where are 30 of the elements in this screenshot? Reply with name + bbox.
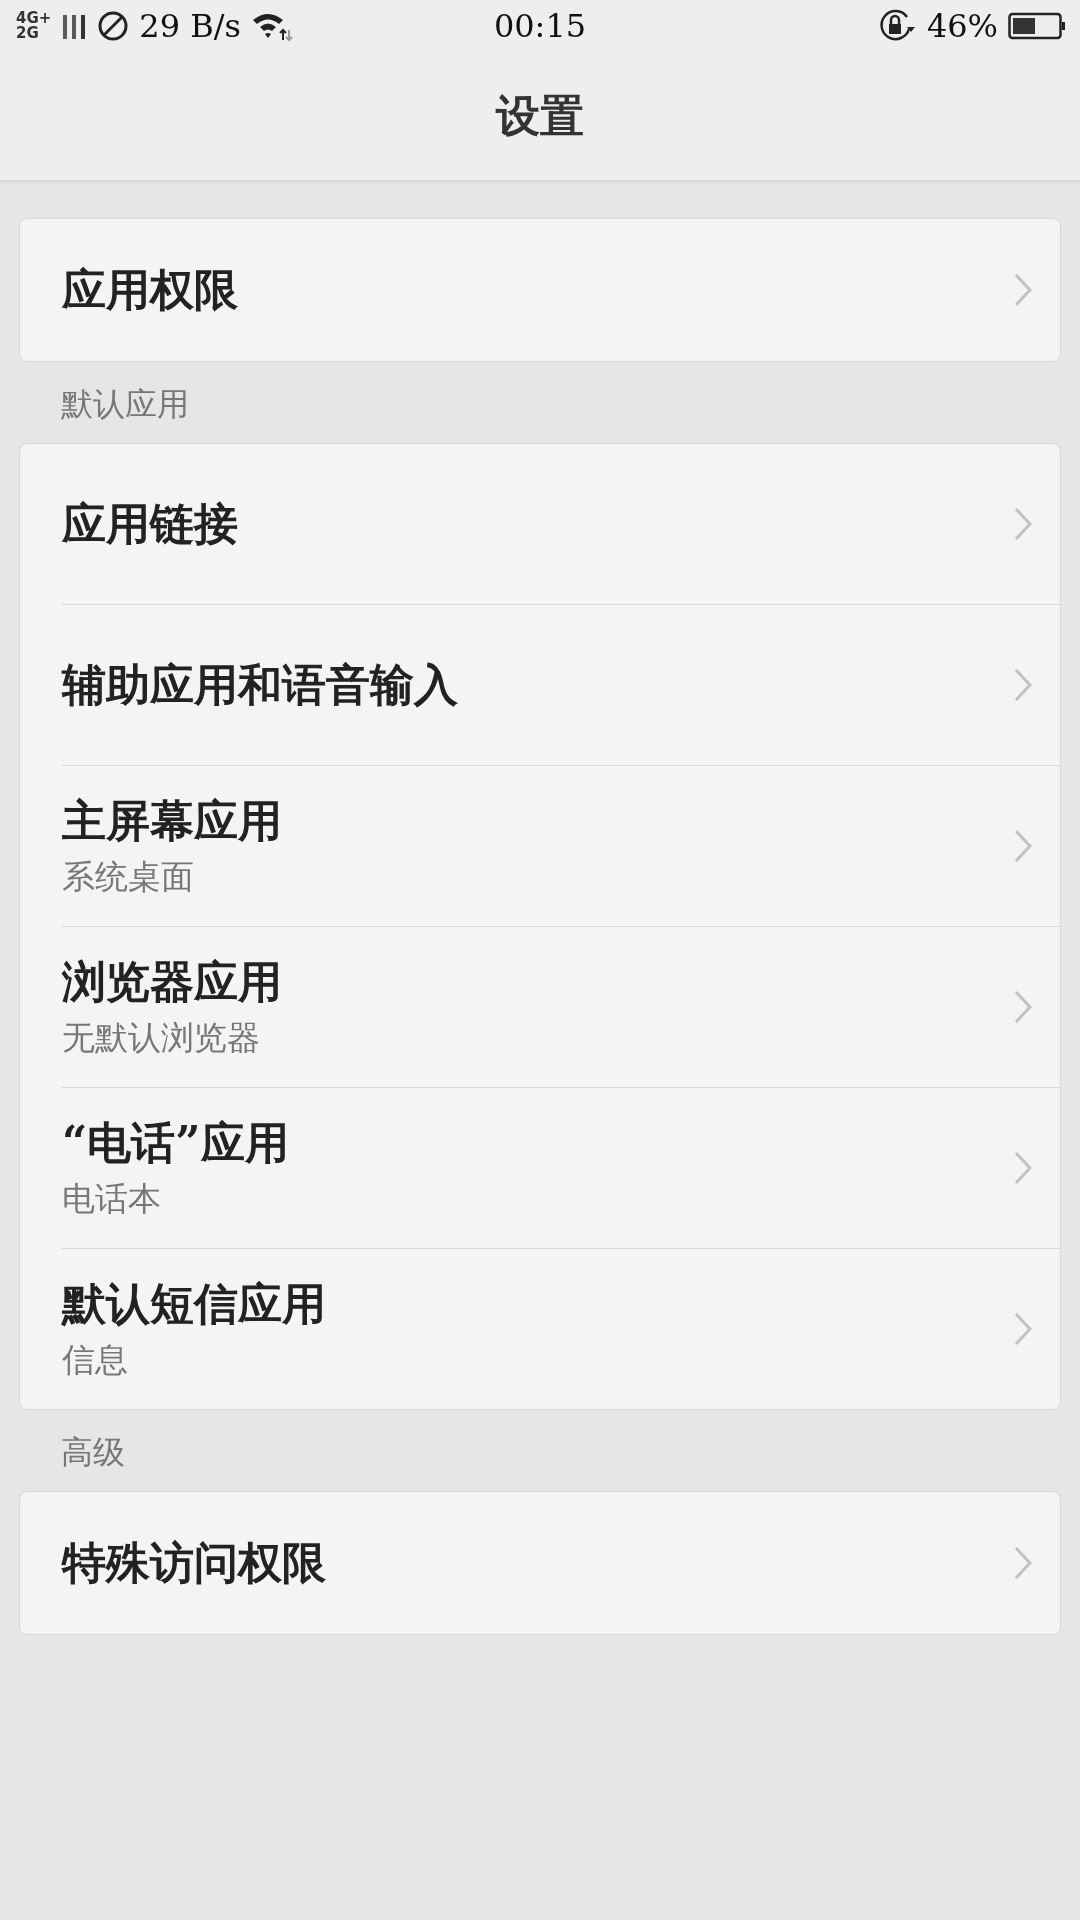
battery-icon <box>1008 12 1066 40</box>
page-title: 设置 <box>496 88 584 143</box>
setting-value: 无默认浏览器 <box>62 1017 261 1059</box>
chevron-right-icon <box>1014 507 1032 541</box>
setting-title[interactable]: 应用权限 <box>62 260 1014 320</box>
setting-title[interactable]: 主屏幕应用 <box>62 792 1014 851</box>
setting-title[interactable]: “电话”应用 <box>62 1114 1014 1173</box>
setting-value: 系统桌面 <box>62 856 195 898</box>
battery-percent: 46% <box>926 7 998 45</box>
blocked-icon <box>97 10 130 42</box>
setting-title[interactable]: 辅助应用和语音输入 <box>62 655 1014 715</box>
setting-title[interactable]: 浏览器应用 <box>62 953 1014 1012</box>
chevron-right-icon <box>1014 273 1032 307</box>
chevron-right-icon <box>1014 1151 1032 1185</box>
chevron-right-icon <box>1014 1546 1032 1580</box>
section-label: 默认应用 <box>60 383 190 425</box>
section-label: 高级 <box>60 1431 126 1473</box>
chevron-right-icon <box>1014 1312 1032 1346</box>
network-speed: 29 B/s <box>139 7 241 45</box>
network-type: 4G+ 2G <box>16 11 52 41</box>
setting-title[interactable]: 默认短信应用 <box>62 1275 1014 1334</box>
chevron-right-icon <box>1014 668 1032 702</box>
setting-title[interactable]: 特殊访问权限 <box>62 1533 1014 1593</box>
chevron-right-icon <box>1014 829 1032 863</box>
rotation-lock-icon <box>878 9 917 43</box>
clock: 00:15 <box>493 7 587 45</box>
setting-value: 信息 <box>62 1339 129 1381</box>
setting-value: 电话本 <box>62 1178 162 1220</box>
chevron-right-icon <box>1014 990 1032 1024</box>
setting-title[interactable]: 应用链接 <box>62 494 1014 554</box>
